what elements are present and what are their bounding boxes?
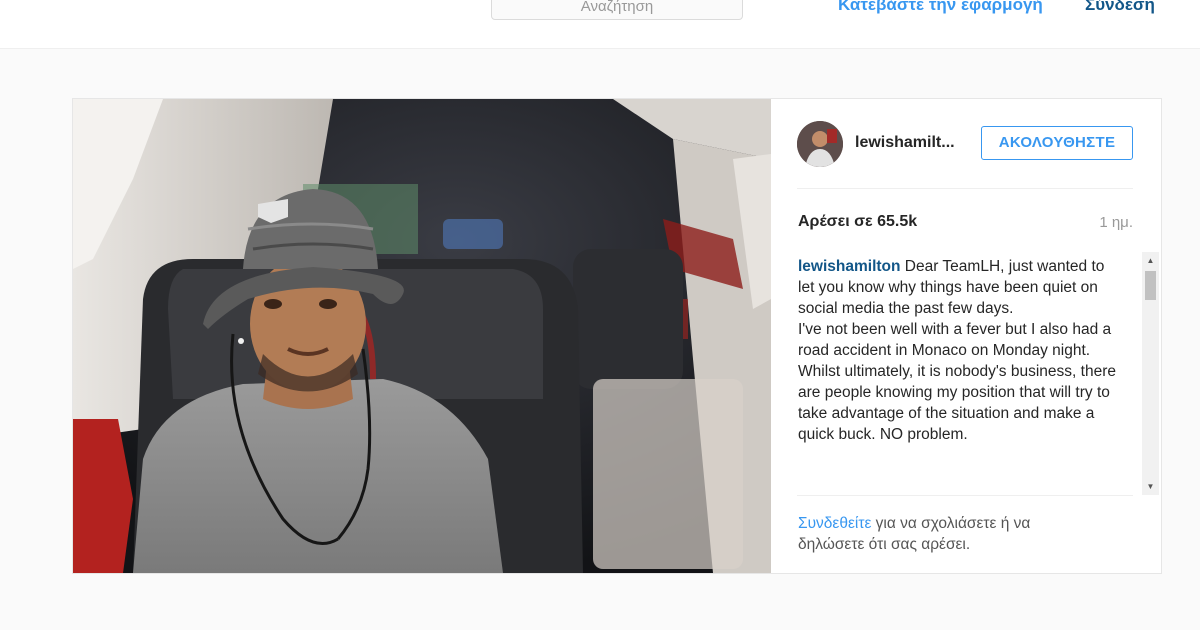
likes-count[interactable]: Αρέσει σε 65.5k [798,213,917,231]
post-username[interactable]: lewishamilt... [855,134,955,152]
caption: lewishamilton Dear TeamLH, just wanted t… [798,256,1116,492]
login-link[interactable]: Σύνδεση [1085,0,1155,15]
search-input[interactable]: Αναζήτηση [491,0,743,20]
caption-text: I've not been well with a fever but I al… [798,321,1112,359]
login-to-comment-link[interactable]: Συνδεθείτε [798,515,871,532]
caption-scrollbar[interactable]: ▲ ▼ [1142,252,1159,495]
scroll-thumb[interactable] [1145,271,1156,300]
login-to-comment-prompt: Συνδεθείτε για να σχολιάσετε ή να δηλώσε… [798,513,1098,555]
post-time[interactable]: 1 ημ. [1099,214,1133,231]
caption-author-link[interactable]: lewishamilton [798,258,901,275]
download-app-link[interactable]: Κατεβάστε την εφαρμογή [838,0,1043,15]
user-avatar[interactable] [797,121,843,167]
scroll-down-arrow-icon[interactable]: ▼ [1142,478,1159,495]
post-sidebar: lewishamilt... ΑΚΟΛΟΥΘΗΣΤΕ Αρέσει σε 65.… [771,99,1161,573]
caption-text: Whilst ultimately, it is nobody's busine… [798,363,1116,443]
post-card: lewishamilt... ΑΚΟΛΟΥΘΗΣΤΕ Αρέσει σε 65.… [72,98,1162,574]
scroll-up-arrow-icon[interactable]: ▲ [1142,252,1159,269]
caption-paragraph: lewishamilton Dear TeamLH, just wanted t… [798,256,1116,319]
post-photo[interactable] [73,99,771,573]
comments-divider [797,495,1133,496]
search-placeholder: Αναζήτηση [580,0,654,15]
top-navigation-bar: Αναζήτηση Κατεβάστε την εφαρμογή Σύνδεση [0,0,1200,49]
header-divider [797,188,1133,189]
follow-button[interactable]: ΑΚΟΛΟΥΘΗΣΤΕ [981,126,1133,160]
